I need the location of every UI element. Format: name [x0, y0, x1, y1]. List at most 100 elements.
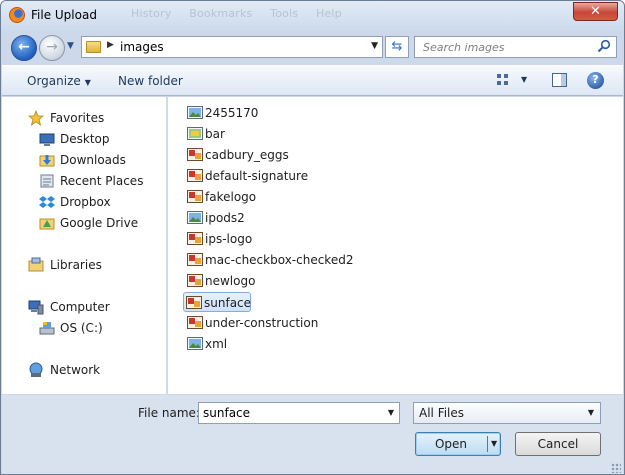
chevron-down-icon: ▼ — [84, 78, 91, 87]
google-drive-icon — [39, 218, 55, 230]
file-item[interactable]: default-signature — [185, 166, 309, 186]
nav-downloads-label: Downloads — [60, 153, 126, 167]
nav-desktop-label: Desktop — [60, 132, 110, 146]
background-menu-bar: History Bookmarks Tools Help — [131, 7, 342, 20]
split-divider — [487, 436, 488, 452]
breadcrumb-images[interactable]: images — [120, 40, 164, 54]
file-item[interactable]: xml — [185, 334, 235, 354]
paint-file-icon — [187, 232, 203, 245]
file-list: 2455170 bar cadbury_eggs default-signatu… — [168, 97, 623, 394]
downloads-folder-icon — [39, 155, 55, 167]
paint-file-icon — [187, 169, 203, 182]
file-item-selected[interactable]: sunface — [183, 292, 251, 312]
chevron-down-icon: ▼ — [67, 41, 74, 51]
file-name: 2455170 — [205, 106, 259, 120]
forward-arrow-icon: → — [46, 39, 58, 55]
nav-recent-places[interactable]: Recent Places — [2, 171, 167, 191]
nav-network-label: Network — [50, 363, 101, 377]
forward-button[interactable]: → — [39, 35, 65, 61]
hard-drive-icon — [39, 322, 55, 335]
paint-file-icon — [187, 148, 203, 161]
organize-label: Organize — [27, 74, 81, 88]
file-name-input[interactable] — [201, 404, 381, 422]
file-type-select[interactable]: All Files ▼ — [413, 402, 601, 424]
paint-file-icon — [187, 253, 203, 266]
image-file-icon — [187, 211, 203, 224]
firefox-icon — [9, 7, 25, 23]
file-item[interactable]: mac-checkbox-checked2 — [185, 250, 353, 270]
search-icon[interactable] — [597, 39, 611, 53]
nav-recent-places-label: Recent Places — [60, 174, 144, 188]
paint-file-icon — [187, 190, 203, 203]
file-name: ipods2 — [205, 211, 245, 225]
file-item[interactable]: fakelogo — [185, 187, 265, 207]
refresh-icon: ⇆ — [391, 39, 403, 54]
libraries-icon — [28, 257, 44, 272]
recent-pages-dropdown[interactable]: ▼ — [67, 41, 79, 53]
folder-icon — [86, 41, 101, 53]
nav-network[interactable]: Network — [2, 360, 167, 380]
file-name: default-signature — [205, 169, 309, 183]
paint-file-icon — [187, 316, 203, 329]
image-file-icon — [187, 127, 203, 140]
refresh-button[interactable]: ⇆ — [385, 36, 409, 58]
nav-libraries-label: Libraries — [50, 258, 102, 272]
nav-downloads[interactable]: Downloads — [2, 150, 167, 170]
search-box[interactable] — [414, 36, 617, 58]
paint-file-icon — [187, 274, 203, 287]
preview-pane-icon[interactable] — [552, 73, 567, 87]
computer-icon — [28, 300, 44, 315]
file-item[interactable]: under-construction — [185, 313, 319, 333]
file-name: newlogo — [205, 274, 256, 288]
window-title: File Upload — [31, 8, 97, 22]
file-item[interactable]: ips-logo — [185, 229, 265, 249]
nav-google-drive[interactable]: Google Drive — [2, 213, 167, 233]
open-button-label: Open — [434, 437, 468, 451]
cancel-button[interactable]: Cancel — [515, 432, 601, 456]
organize-button[interactable]: Organize ▼ — [27, 74, 91, 88]
nav-computer[interactable]: Computer — [2, 297, 167, 317]
nav-dropbox[interactable]: Dropbox — [2, 192, 167, 212]
image-file-icon — [187, 337, 203, 350]
breadcrumb-arrow-icon[interactable]: ▶ — [107, 40, 114, 50]
address-dropdown-icon[interactable]: ▼ — [371, 41, 378, 51]
nav-os-drive[interactable]: OS (C:) — [2, 318, 167, 338]
address-bar[interactable]: ▶ images ▼ — [81, 36, 383, 58]
back-button[interactable]: ← — [11, 35, 37, 61]
open-options-dropdown-icon[interactable]: ▼ — [491, 439, 497, 448]
nav-favorites[interactable]: Favorites — [2, 108, 167, 128]
file-item[interactable]: ipods2 — [185, 208, 255, 228]
file-item[interactable]: 2455170 — [185, 103, 259, 123]
help-icon[interactable]: ? — [587, 72, 604, 89]
file-name: cadbury_eggs — [205, 148, 289, 162]
file-name: xml — [205, 337, 228, 351]
file-item[interactable]: bar — [185, 124, 245, 144]
nav-google-drive-label: Google Drive — [60, 216, 139, 230]
open-button[interactable]: Open ▼ — [415, 432, 501, 456]
resize-grip[interactable] — [611, 463, 621, 473]
search-input[interactable] — [417, 38, 592, 56]
dialog-footer: File name: ▼ All Files ▼ Open ▼ Cancel — [2, 395, 623, 474]
file-name: under-construction — [205, 316, 319, 330]
file-name-combobox[interactable]: ▼ — [198, 402, 400, 424]
file-upload-dialog: File Upload History Bookmarks Tools Help… — [0, 0, 625, 475]
nav-dropbox-label: Dropbox — [60, 195, 111, 209]
view-options-icon[interactable] — [496, 73, 510, 87]
file-name: sunface — [204, 296, 252, 310]
view-dropdown-icon[interactable]: ▼ — [521, 75, 527, 84]
chevron-down-icon[interactable]: ▼ — [388, 408, 394, 417]
image-file-icon — [187, 106, 203, 119]
nav-libraries[interactable]: Libraries — [2, 255, 167, 275]
back-arrow-icon: ← — [18, 39, 30, 55]
close-button[interactable]: ✕ — [573, 2, 618, 21]
file-name: fakelogo — [205, 190, 257, 204]
navigation-pane: Favorites Desktop Downloads Recent Place… — [2, 97, 167, 394]
nav-desktop[interactable]: Desktop — [2, 129, 167, 149]
dropbox-icon — [39, 196, 55, 208]
cancel-button-label: Cancel — [537, 437, 579, 451]
new-folder-button[interactable]: New folder — [118, 74, 183, 88]
title-bar[interactable]: File Upload History Bookmarks Tools Help… — [1, 1, 624, 31]
file-item[interactable]: cadbury_eggs — [185, 145, 289, 165]
desktop-icon — [39, 133, 55, 146]
file-item[interactable]: newlogo — [185, 271, 265, 291]
